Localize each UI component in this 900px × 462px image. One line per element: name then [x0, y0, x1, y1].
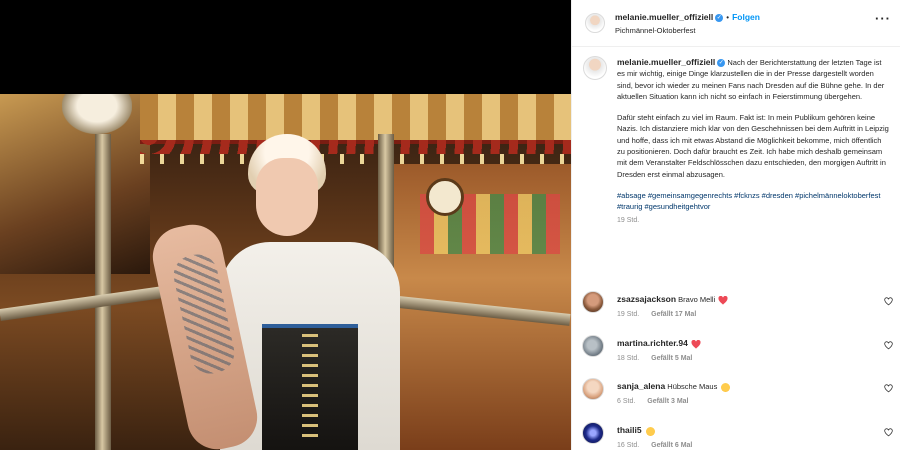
- heart-eyes-emoji-icon: [721, 382, 731, 392]
- photo-pole: [95, 134, 111, 450]
- comment-username[interactable]: sanja_alena: [617, 381, 665, 391]
- heart-outline-icon[interactable]: [884, 428, 893, 437]
- commenter-avatar[interactable]: [582, 378, 604, 400]
- more-options-icon[interactable]: ···: [875, 11, 891, 26]
- comment-meta: 6 Std. Gefällt 3 Mal: [617, 398, 698, 405]
- photo-clock: [426, 178, 464, 216]
- author-username[interactable]: melanie.mueller_offiziell: [615, 12, 713, 22]
- comment-item: zsazsajackson Bravo Melli 19 Std. Gefäll…: [572, 291, 900, 331]
- post-photo: [0, 94, 571, 450]
- commenter-avatar[interactable]: [582, 291, 604, 313]
- comment-text: Bravo Melli: [678, 295, 716, 304]
- verified-badge-icon: ✓: [715, 13, 724, 22]
- comment-time: 6 Std.: [617, 398, 636, 405]
- verified-badge-icon: ✓: [717, 59, 726, 68]
- author-avatar[interactable]: [585, 13, 605, 33]
- header-name-row: melanie.mueller_offiziell ✓ • Folgen: [615, 12, 760, 22]
- person-face: [256, 158, 318, 236]
- comment-likes[interactable]: Gefällt 3 Mal: [647, 398, 688, 405]
- comment-body: martina.richter.94: [617, 338, 867, 349]
- post-header: melanie.mueller_offiziell ✓ • Folgen Pichmä…: [572, 0, 900, 47]
- comment-body: sanja_alena Hübsche Maus: [617, 381, 867, 392]
- photo-rail: [0, 284, 180, 321]
- comment-item: sanja_alena Hübsche Maus 6 Std. Gefällt …: [572, 378, 900, 418]
- person-lacing: [302, 334, 318, 444]
- comment-username[interactable]: zsazsajackson: [617, 294, 676, 304]
- comment-item: martina.richter.94 18 Std. Gefällt 5 Mal: [572, 335, 900, 375]
- post-location[interactable]: Pichmännel-Oktoberfest: [615, 26, 695, 35]
- separator-dot: •: [726, 13, 730, 22]
- comment-time: 18 Std.: [617, 355, 640, 362]
- comment-text: Hübsche Maus: [667, 382, 718, 391]
- comment-username[interactable]: martina.richter.94: [617, 338, 688, 348]
- caption-hashtags[interactable]: #absage #gemeinsamgegenrechts #fcknzs #d…: [617, 190, 889, 213]
- commenter-avatar[interactable]: [582, 422, 604, 444]
- red-heart-icon: [691, 339, 701, 349]
- comment-time: 19 Std.: [617, 311, 640, 318]
- smiling-face-emoji-icon: [645, 426, 655, 436]
- post-caption: melanie.mueller_offiziell ✓ Nach der Beri…: [617, 57, 889, 226]
- comment-username[interactable]: thaili5: [617, 425, 642, 435]
- comment-item: thaili5 16 Std. Gefällt 6 Mal: [572, 422, 900, 462]
- caption-avatar[interactable]: [583, 56, 607, 80]
- caption-time: 19 Std.: [617, 216, 640, 224]
- comment-time: 16 Std.: [617, 442, 640, 449]
- red-heart-icon: [718, 295, 728, 305]
- comment-body: zsazsajackson Bravo Melli: [617, 294, 867, 305]
- comment-likes[interactable]: Gefällt 17 Mal: [651, 311, 696, 318]
- comment-meta: 18 Std. Gefällt 5 Mal: [617, 355, 702, 362]
- caption-username[interactable]: melanie.mueller_offiziell: [617, 57, 715, 67]
- heart-outline-icon[interactable]: [884, 297, 893, 306]
- comment-likes[interactable]: Gefällt 5 Mal: [651, 355, 692, 362]
- comment-meta: 19 Std. Gefällt 17 Mal: [617, 311, 706, 318]
- post-side-panel: melanie.mueller_offiziell ✓ • Folgen Pichmä…: [571, 0, 900, 450]
- heart-outline-icon[interactable]: [884, 341, 893, 350]
- caption-paragraph-2: Dafür steht einfach zu viel im Raum. Fak…: [617, 113, 889, 179]
- comment-likes[interactable]: Gefällt 6 Mal: [651, 442, 692, 449]
- post-media[interactable]: [0, 0, 571, 450]
- comment-body: thaili5: [617, 425, 867, 436]
- photo-person: [147, 134, 400, 450]
- commenter-avatar[interactable]: [582, 335, 604, 357]
- photo-lamp: [62, 94, 132, 134]
- comment-meta: 16 Std. Gefällt 6 Mal: [617, 442, 702, 449]
- heart-outline-icon[interactable]: [884, 384, 893, 393]
- follow-button[interactable]: Folgen: [732, 12, 760, 22]
